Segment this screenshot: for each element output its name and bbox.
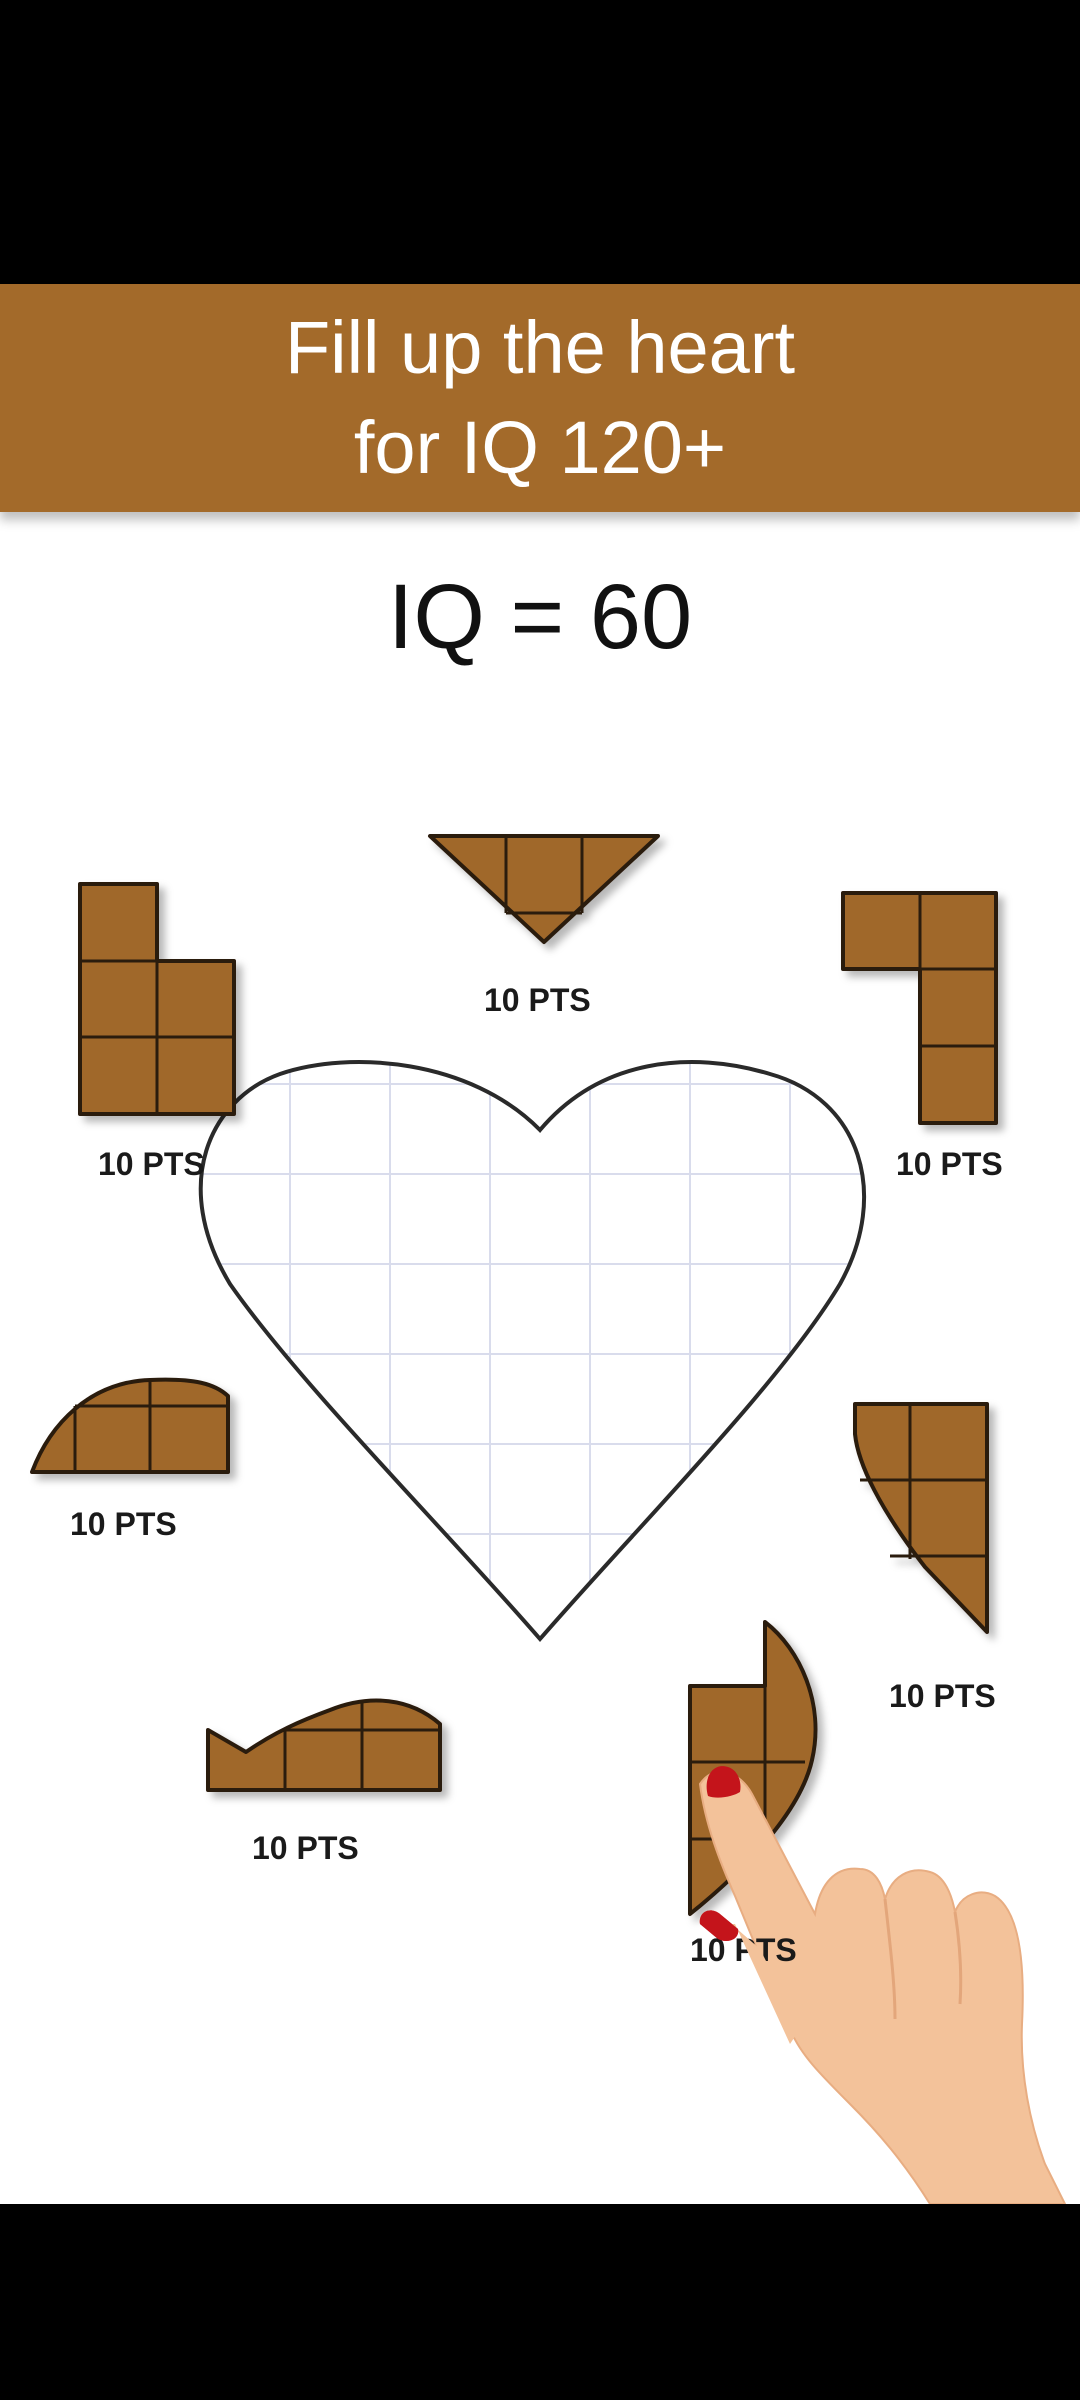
piece-top-triangle[interactable] <box>428 834 660 944</box>
piece-dome[interactable] <box>30 1377 230 1474</box>
piece-j-shape-points: 10 PTS <box>896 1146 1003 1182</box>
piece-wave[interactable] <box>206 1698 442 1792</box>
piece-j-shape[interactable] <box>841 891 998 1125</box>
game-screen: Fill up the heart for IQ 120+ IQ = 60 10… <box>0 284 1080 2204</box>
bottom-letterbox <box>0 2204 1080 2400</box>
piece-l-step-points: 10 PTS <box>98 1146 205 1182</box>
hand-pointer-icon <box>698 1766 1067 2204</box>
heart-target[interactable] <box>198 1044 880 1654</box>
puzzle-board <box>30 834 1067 2204</box>
piece-top-triangle-points: 10 PTS <box>484 982 591 1018</box>
piece-dome-points: 10 PTS <box>70 1506 177 1542</box>
piece-curved-wedge[interactable] <box>853 1402 989 1634</box>
piece-crescent-points: 10 PTS <box>690 1932 797 1968</box>
piece-wave-points: 10 PTS <box>252 1830 359 1866</box>
piece-curved-wedge-points: 10 PTS <box>889 1678 996 1714</box>
top-letterbox <box>0 0 1080 284</box>
piece-l-step[interactable] <box>78 882 236 1116</box>
